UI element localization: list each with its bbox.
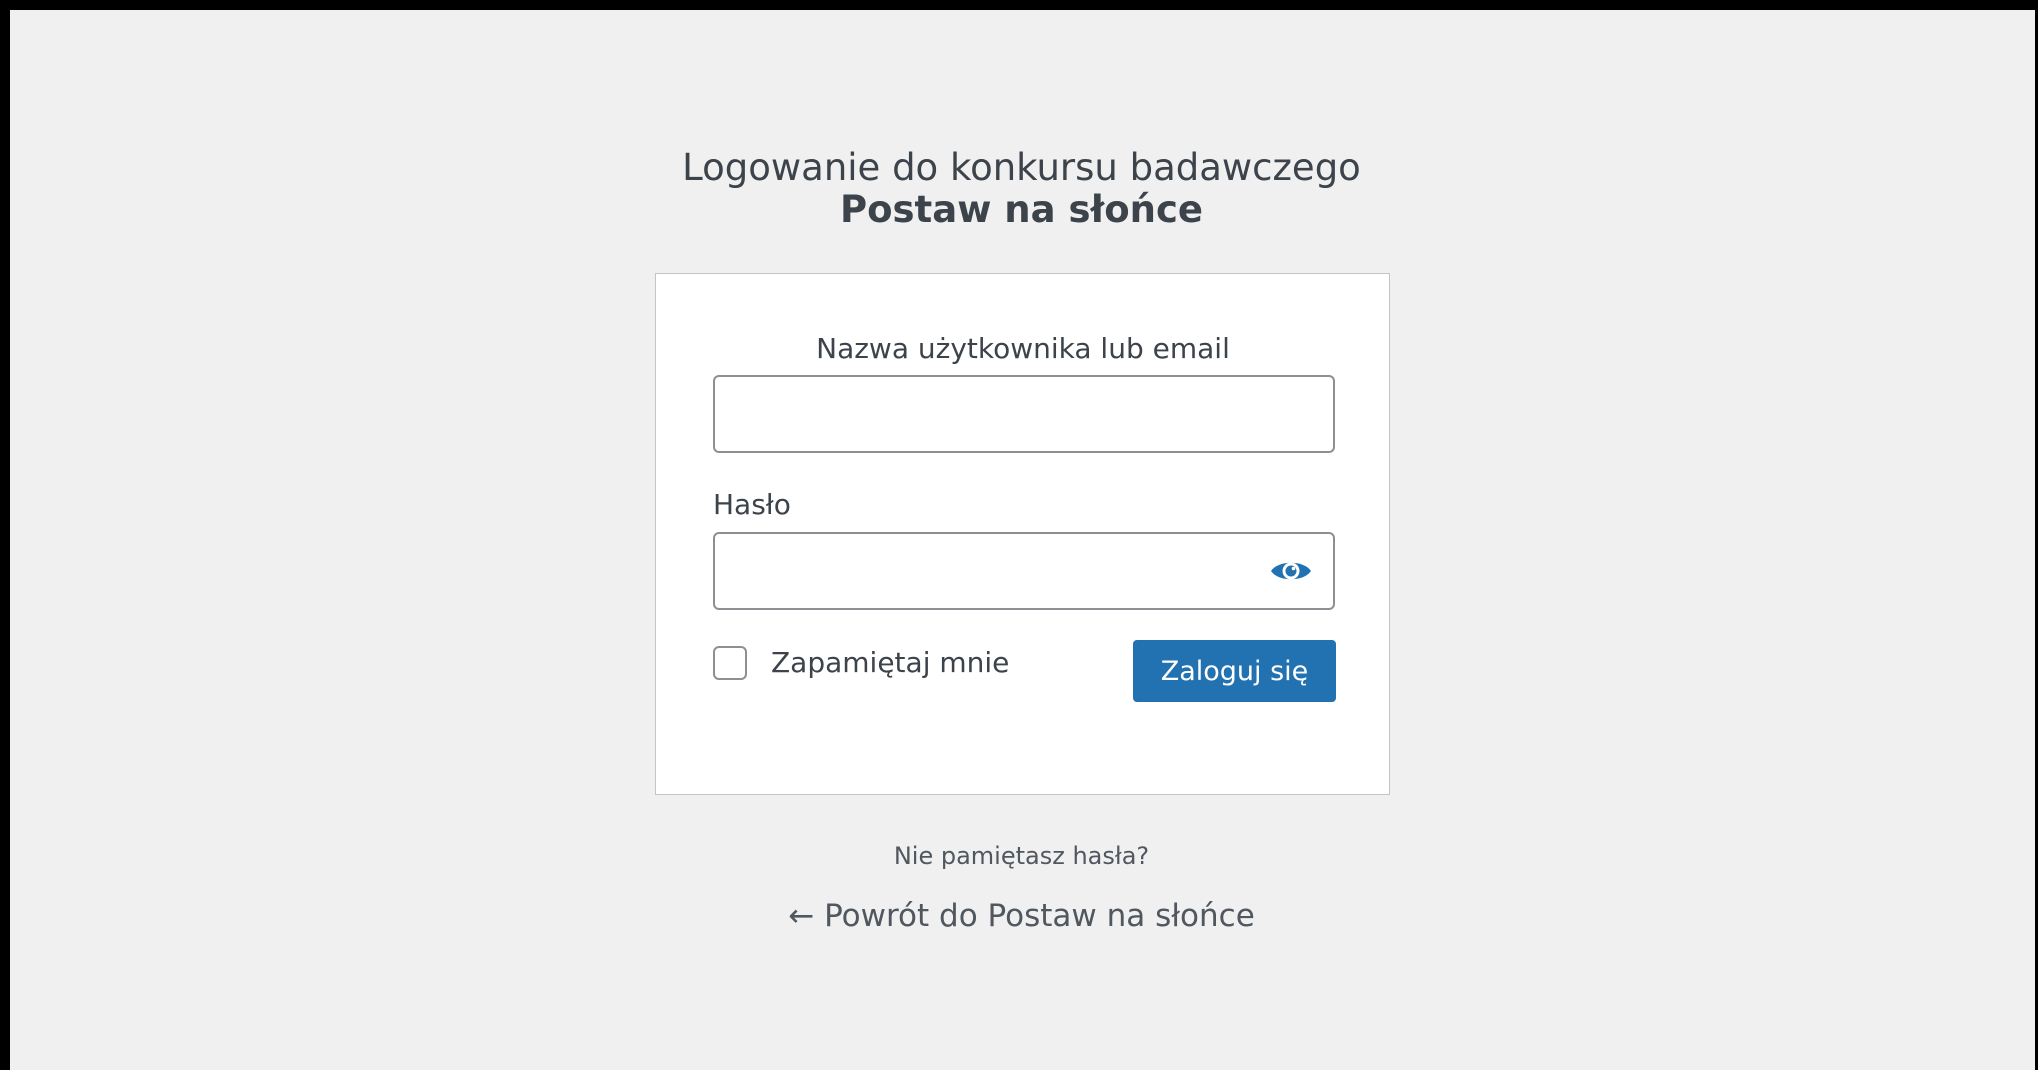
login-container: Logowanie do konkursu badawczego Postaw … [653,147,1390,934]
eye-icon [1271,562,1311,580]
lost-password-link[interactable]: Nie pamiętasz hasła? [653,841,1390,871]
login-heading: Logowanie do konkursu badawczego Postaw … [653,147,1390,231]
back-to-site-link[interactable]: ← Powrót do Postaw na słońce [653,897,1390,935]
username-input[interactable] [713,375,1335,453]
password-input[interactable] [713,532,1335,610]
heading-line-2: Postaw na słońce [839,188,1203,231]
username-label: Nazwa użytkownika lub email [816,332,1230,365]
show-password-button[interactable] [1259,542,1323,600]
page-background: Logowanie do konkursu badawczego Postaw … [0,0,2038,1070]
password-label: Hasło [713,488,791,521]
login-button[interactable]: Zaloguj się [1133,640,1336,702]
remember-me: Zapamiętaj mnie [713,646,1009,680]
remember-me-label: Zapamiętaj mnie [771,646,1010,679]
heading-line-1: Logowanie do konkursu badawczego [682,146,1361,189]
login-form: Nazwa użytkownika lub email Hasło Zapami… [655,273,1390,795]
remember-me-checkbox[interactable] [713,646,747,680]
